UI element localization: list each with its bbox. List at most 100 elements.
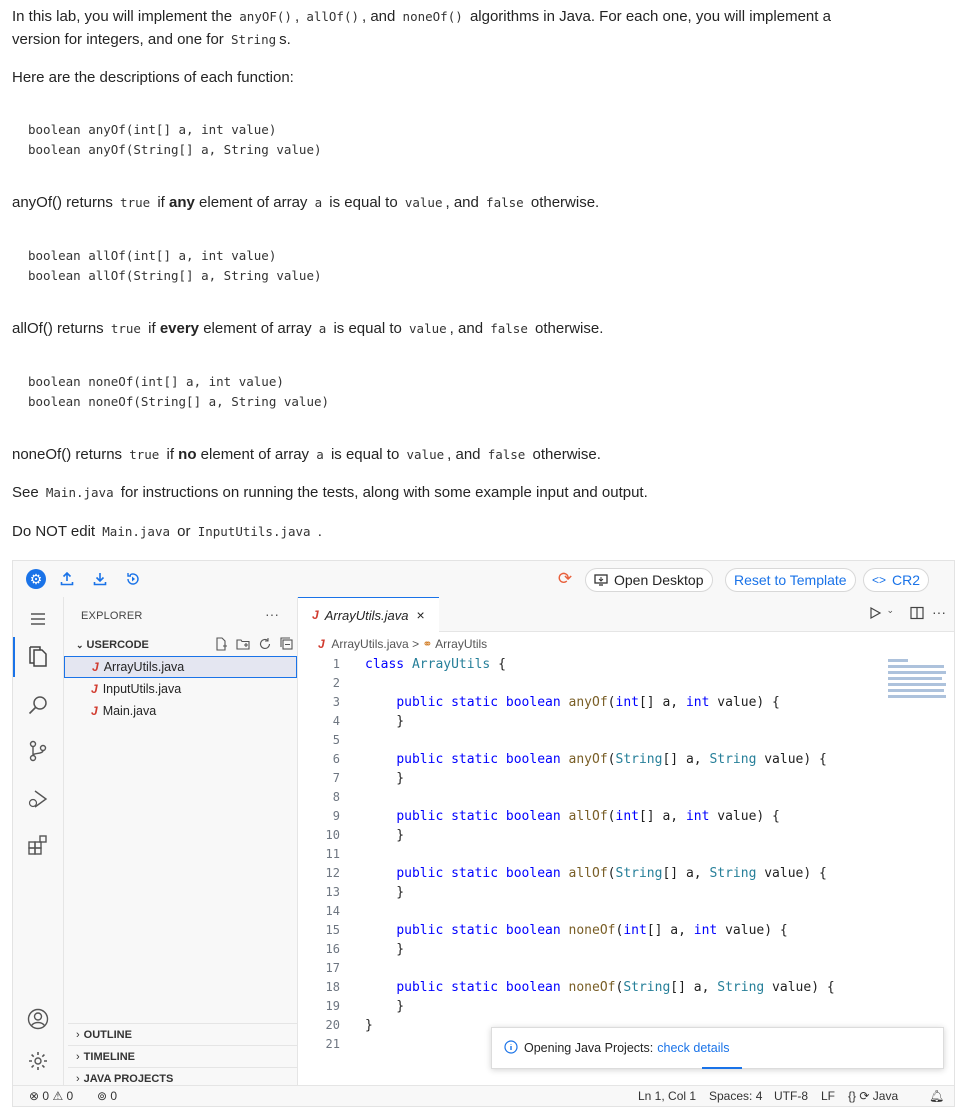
desc-text: for instructions on running the tests, a…	[120, 484, 648, 501]
code-line[interactable]	[365, 674, 835, 693]
java-file-icon: J	[91, 704, 98, 718]
code-line[interactable]: class ArrayUtils {	[365, 655, 835, 674]
code-line[interactable]: }	[365, 997, 835, 1016]
desc-text: is equal to	[333, 320, 402, 337]
split-editor-icon[interactable]	[910, 606, 924, 625]
noneof-sig-string: boolean noneOf(String[] a, String value)	[28, 394, 330, 409]
code-line[interactable]: public static boolean noneOf(String[] a,…	[365, 978, 834, 997]
code-line[interactable]: }	[365, 712, 835, 731]
end-of-line[interactable]: LF	[821, 1089, 835, 1103]
code-line[interactable]: public static boolean allOf(int[] a, int…	[365, 807, 835, 826]
code-line[interactable]	[365, 902, 835, 921]
more-actions-icon[interactable]: ···	[265, 606, 279, 622]
encoding[interactable]: UTF-8	[774, 1089, 808, 1103]
minimap[interactable]	[888, 659, 948, 719]
noneof-sig-int: boolean noneOf(int[] a, int value)	[28, 374, 284, 389]
desc-text: , and	[449, 320, 484, 337]
file-name: Main.java	[102, 704, 157, 718]
code-line[interactable]	[365, 731, 835, 750]
code-line[interactable]	[365, 845, 835, 864]
desc-text: , and	[445, 194, 479, 211]
open-desktop-button[interactable]: Open Desktop	[585, 568, 713, 592]
file-item-inpututils[interactable]: J InputUtils.java	[64, 678, 297, 700]
menu-icon[interactable]	[26, 607, 50, 631]
breadcrumb-file[interactable]: ArrayUtils.java	[331, 637, 408, 651]
file-item-main[interactable]: J Main.java	[64, 700, 297, 722]
more-actions-icon[interactable]: ···	[932, 604, 946, 620]
history-icon[interactable]	[123, 569, 143, 589]
usercode-label: USERCODE	[86, 639, 149, 651]
ide-window: ⚙ ⟳ Open Desktop Reset to Template <> CR…	[12, 560, 955, 1107]
desc-text: is equal to	[330, 446, 400, 463]
language-mode[interactable]: {} ⟳ Java	[848, 1089, 898, 1103]
desc-text: otherwise.	[532, 446, 601, 463]
indentation[interactable]: Spaces: 4	[709, 1089, 762, 1103]
desc-text: otherwise.	[535, 320, 604, 337]
warning-count: 0	[66, 1089, 74, 1103]
manage-gear-icon[interactable]	[26, 1049, 50, 1073]
new-folder-icon[interactable]	[236, 637, 250, 651]
intro-s: s.	[279, 31, 291, 48]
notification-toast[interactable]: Opening Java Projects: check details	[491, 1027, 944, 1069]
breadcrumb-class[interactable]: ArrayUtils	[435, 637, 487, 651]
new-file-icon[interactable]	[214, 637, 228, 651]
refresh-icon[interactable]	[258, 637, 272, 651]
account-icon[interactable]	[26, 1007, 50, 1031]
line-number: 5	[332, 733, 340, 747]
desc-text: , and	[447, 446, 481, 463]
code-line[interactable]: }	[365, 940, 835, 959]
chevron-down-icon[interactable]: ⌄	[886, 605, 894, 616]
search-icon[interactable]	[26, 693, 50, 717]
code-line[interactable]	[365, 959, 835, 978]
cr2-button[interactable]: <> CR2	[863, 568, 930, 592]
notification-text: Opening Java Projects:	[524, 1041, 654, 1055]
explorer-icon[interactable]	[26, 645, 50, 669]
desc-text: Do NOT edit	[12, 523, 96, 540]
code-line[interactable]	[365, 788, 835, 807]
code-line[interactable]: }	[365, 769, 835, 788]
file-item-arrayutils[interactable]: J ArrayUtils.java	[64, 656, 297, 678]
settings-gear-icon[interactable]: ⚙	[26, 569, 46, 589]
sync-icon[interactable]: ⟳	[555, 569, 575, 589]
download-icon[interactable]	[90, 569, 110, 589]
run-icon[interactable]	[868, 606, 882, 625]
java-projects-label: JAVA PROJECTS	[83, 1073, 174, 1085]
language-label: Java	[872, 1089, 899, 1103]
check-details-link[interactable]: check details	[657, 1041, 729, 1055]
breadcrumb: J ArrayUtils.java > ⚭ ArrayUtils	[318, 637, 487, 651]
ports-indicator[interactable]: ⊚ 0	[97, 1089, 117, 1103]
reset-to-template-button[interactable]: Reset to Template	[725, 568, 856, 592]
timeline-section-header[interactable]: › TIMELINE	[68, 1045, 297, 1063]
upload-icon[interactable]	[57, 569, 77, 589]
close-icon[interactable]: ×	[416, 607, 424, 623]
code-line[interactable]: }	[365, 883, 835, 902]
java-file-icon: J	[91, 682, 98, 696]
outline-section-header[interactable]: › OUTLINE	[68, 1023, 297, 1041]
code-line[interactable]: public static boolean noneOf(int[] a, in…	[365, 921, 835, 940]
code-line[interactable]: public static boolean anyOf(String[] a, …	[365, 750, 835, 769]
status-bar: ⊗ 0 ⚠ 0 ⊚ 0 Ln 1, Col 1 Spaces: 4 UTF-8 …	[13, 1085, 954, 1106]
desc-text: element of array	[200, 446, 310, 463]
source-control-icon[interactable]	[26, 739, 50, 763]
extensions-icon[interactable]	[26, 833, 50, 857]
code-line[interactable]: }	[365, 826, 835, 845]
line-number: 18	[325, 980, 340, 994]
notifications-bell-icon[interactable]: 🔔︎	[929, 1089, 944, 1103]
java-file-icon: J	[92, 660, 99, 674]
run-debug-icon[interactable]	[26, 787, 50, 811]
tab-arrayutils[interactable]: J ArrayUtils.java ×	[298, 597, 439, 632]
code-line[interactable]: public static boolean allOf(String[] a, …	[365, 864, 835, 883]
collapse-all-icon[interactable]	[280, 637, 294, 651]
line-number-gutter: 1 2 3 4 5 6 7 8 9 10 11 12 13 14 15 16 17 18 19 20 21	[298, 655, 340, 1054]
code-line[interactable]: public static boolean anyOf(int[] a, int…	[365, 693, 835, 712]
code-area[interactable]: class ArrayUtils { public static boolean…	[365, 655, 835, 1054]
class-icon: ⚭	[422, 637, 433, 651]
monitor-icon	[594, 574, 608, 586]
desc-text: element of array	[203, 320, 312, 337]
cursor-position[interactable]: Ln 1, Col 1	[638, 1089, 696, 1103]
line-number: 20	[325, 1018, 340, 1032]
usercode-section-header[interactable]: ⌄ USERCODE	[68, 639, 149, 651]
line-number: 16	[325, 942, 340, 956]
java-projects-section-header[interactable]: › JAVA PROJECTS	[68, 1067, 297, 1085]
problems-indicator[interactable]: ⊗ 0 ⚠ 0	[29, 1089, 73, 1103]
